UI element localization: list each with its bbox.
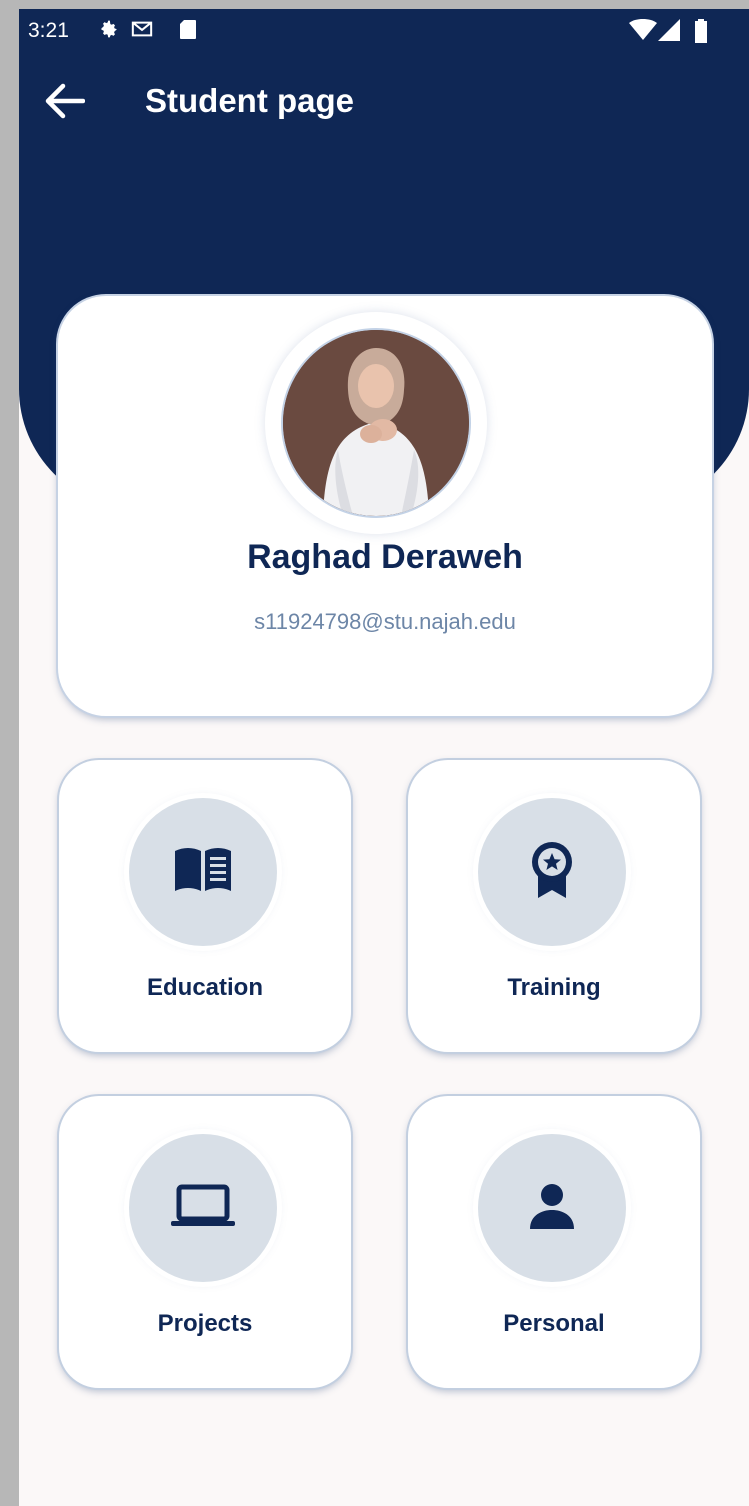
wifi-icon [629,19,657,46]
training-tile[interactable]: Training [408,760,700,1052]
settings-icon [99,19,119,44]
award-icon [528,840,576,905]
window-frame-left [0,0,19,1506]
book-icon [173,845,233,900]
page-title: Student page [145,82,355,119]
avatar-photo [283,330,469,516]
personal-label: Personal [503,1310,605,1337]
personal-tile[interactable]: Personal [408,1096,700,1388]
gmail-icon [131,19,153,44]
profile-name: Raghad Deraweh [247,538,523,576]
education-icon-circle [129,798,277,946]
training-icon-circle [478,798,626,946]
education-tile[interactable]: Education [59,760,351,1052]
back-button[interactable] [42,80,88,126]
signal-icon [658,19,680,46]
projects-tile[interactable]: Projects [59,1096,351,1388]
arrow-back-icon [45,83,86,124]
education-label: Education [146,974,263,1001]
sd-card-icon [179,19,197,45]
profile-email: s11924798@stu.najah.edu [254,609,516,634]
projects-icon-circle [129,1134,277,1282]
avatar[interactable] [283,330,469,516]
personal-icon-circle [478,1134,626,1282]
window-frame-top [0,0,749,9]
person-icon [528,1183,576,1234]
battery-icon [694,19,708,48]
projects-label: Projects [157,1310,253,1337]
status-bar: 3:21 [19,9,749,49]
laptop-icon [171,1184,235,1233]
status-time: 3:21 [28,19,69,42]
training-label: Training [507,974,601,1001]
